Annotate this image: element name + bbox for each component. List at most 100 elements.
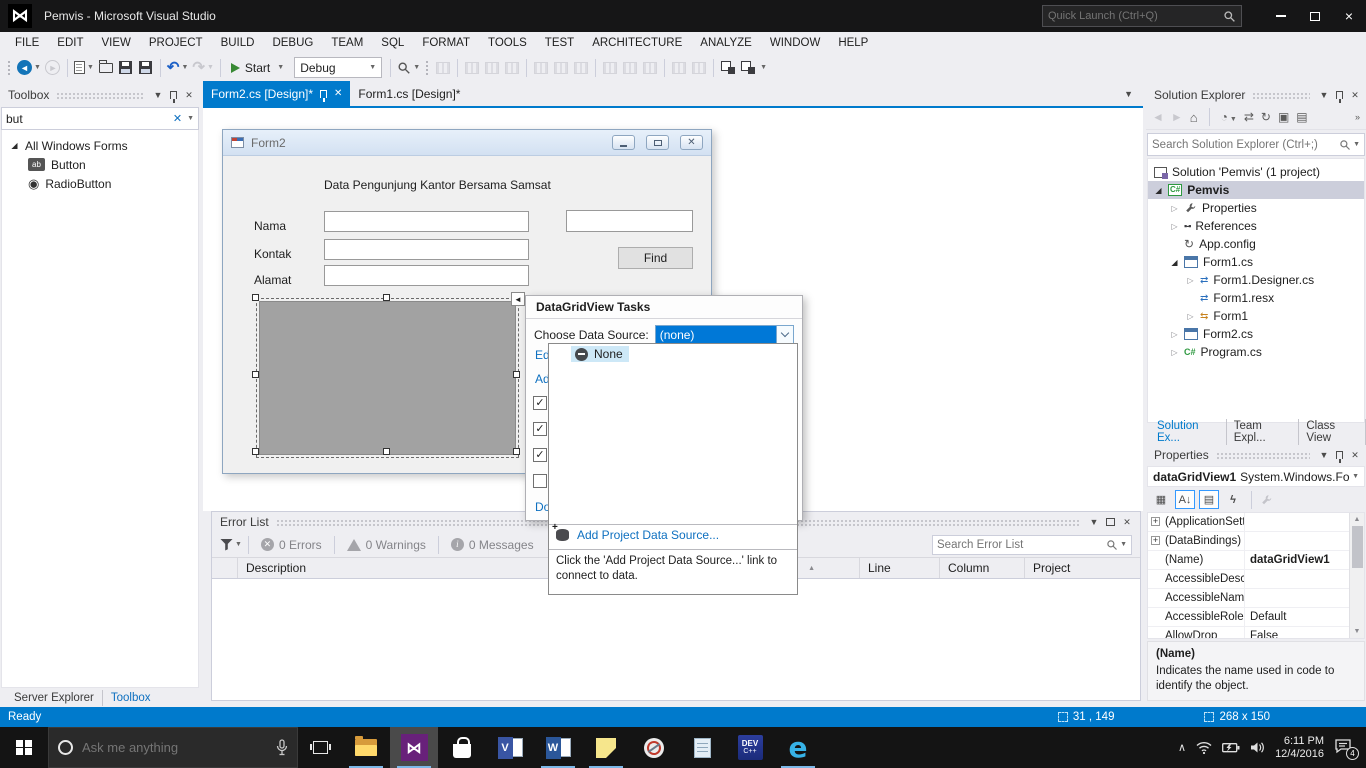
expander-icon[interactable]: ▷ [1170, 348, 1179, 357]
property-row[interactable]: AllowDrop False [1148, 627, 1349, 638]
cortana-search-box[interactable] [48, 727, 298, 768]
volume-icon[interactable] [1250, 741, 1265, 754]
search-options-icon[interactable]: ▼ [1353, 141, 1360, 148]
toolbox-group-all-windows-forms[interactable]: ◢ All Windows Forms [2, 136, 198, 155]
menu-file[interactable]: FILE [6, 34, 48, 52]
property-row[interactable]: AccessibleDescr [1148, 570, 1349, 589]
add-project-data-source-link[interactable]: Add Project Data Source... [552, 522, 719, 542]
data-source-option-none[interactable]: None [571, 346, 629, 362]
scrollbar-thumb[interactable] [1351, 526, 1363, 568]
taskbar-clock[interactable]: 6:11 PM 12/4/2016 [1275, 735, 1324, 761]
expander-icon[interactable]: ◢ [1170, 258, 1179, 267]
active-files-dropdown-icon[interactable]: ▼ [1114, 89, 1143, 99]
toolbar-grip[interactable] [7, 59, 12, 76]
resize-handle[interactable] [513, 448, 520, 455]
errors-filter-button[interactable]: ✕ 0 Errors [253, 538, 330, 552]
save-button[interactable] [116, 57, 136, 79]
taskbar-dev-cpp[interactable]: DEV C++ [726, 727, 774, 768]
categorized-icon[interactable]: ▦ [1151, 490, 1171, 509]
combo-dropdown-icon[interactable] [776, 326, 793, 343]
undo-button[interactable]: ↶ ▼ [165, 57, 191, 79]
project-column-header[interactable]: Project [1025, 558, 1140, 578]
line-column-header[interactable]: Line [860, 558, 940, 578]
new-project-button[interactable]: ▼ [72, 57, 96, 79]
refresh-icon[interactable]: ↻ [1261, 110, 1271, 124]
close-icon[interactable]: ✕ [1120, 517, 1134, 528]
search-options-icon[interactable]: ▼ [187, 115, 194, 122]
error-list-body[interactable] [212, 579, 1140, 700]
expander-icon[interactable]: ◢ [10, 141, 19, 150]
pin-icon[interactable] [320, 89, 328, 102]
nama-textbox[interactable] [324, 211, 529, 232]
column-column-header[interactable]: Column [940, 558, 1025, 578]
scroll-down-icon[interactable]: ▼ [1354, 625, 1361, 638]
smart-tag-button[interactable]: ◄ [511, 292, 525, 306]
properties-scrollbar[interactable]: ▲ ▼ [1349, 513, 1364, 638]
find-button[interactable]: Find [618, 247, 693, 269]
minimize-button[interactable] [1264, 1, 1298, 31]
battery-icon[interactable] [1222, 742, 1240, 753]
toolbox-search-input[interactable] [6, 111, 170, 126]
action-center-button[interactable]: 4 [1334, 738, 1359, 760]
menu-architecture[interactable]: ARCHITECTURE [583, 34, 691, 52]
back-icon[interactable]: ◄ [1152, 110, 1164, 124]
resize-handle[interactable] [252, 371, 259, 378]
toolbar-overflow-icon[interactable]: » [1355, 112, 1360, 122]
icon-column-header[interactable] [212, 558, 238, 578]
window-position-icon[interactable]: ▼ [1317, 450, 1331, 460]
resize-handle[interactable] [252, 294, 259, 301]
close-button[interactable]: × [1332, 1, 1366, 31]
expander-icon[interactable]: ▷ [1170, 222, 1179, 231]
tree-item-form1-class[interactable]: ▷ ⇆ Form1 [1148, 307, 1364, 325]
menu-format[interactable]: FORMAT [413, 34, 479, 52]
taskbar-store[interactable] [438, 727, 486, 768]
enable-column-reordering-checkbox[interactable] [533, 474, 547, 488]
start-button[interactable] [0, 727, 48, 768]
restore-button[interactable] [1298, 1, 1332, 31]
resize-handle[interactable] [252, 448, 259, 455]
alamat-textbox[interactable] [324, 265, 529, 286]
menu-sql[interactable]: SQL [372, 34, 413, 52]
menu-debug[interactable]: DEBUG [263, 34, 322, 52]
menu-analyze[interactable]: ANALYZE [691, 34, 761, 52]
tree-item-form1-designer-cs[interactable]: ▷ ⇄ Form1.Designer.cs [1148, 271, 1364, 289]
menu-team[interactable]: TEAM [322, 34, 372, 52]
taskbar-sticky-notes[interactable] [582, 727, 630, 768]
tab-solution-explorer[interactable]: Solution Ex... [1150, 419, 1227, 445]
tree-item-program-cs[interactable]: ▷ C# Program.cs [1148, 343, 1364, 361]
panel-grip[interactable] [56, 91, 144, 99]
show-hidden-icons-icon[interactable]: ∧ [1178, 741, 1186, 754]
taskbar-edge[interactable]: e [774, 727, 822, 768]
expander-icon[interactable]: ▷ [1170, 330, 1179, 339]
taskbar-file-explorer[interactable] [342, 727, 390, 768]
close-icon[interactable]: ✕ [334, 88, 342, 99]
properties-object-selector[interactable]: dataGridView1 System.Windows.For ▼ [1147, 466, 1365, 487]
form-maximize-button[interactable] [646, 135, 669, 150]
tab-class-view[interactable]: Class View [1299, 419, 1366, 445]
search-options-icon[interactable]: ▼ [1120, 541, 1127, 548]
taskbar-word[interactable]: W [534, 727, 582, 768]
menu-test[interactable]: TEST [536, 34, 583, 52]
collapse-all-icon[interactable]: ▣ [1278, 110, 1289, 124]
property-row[interactable]: (Name) dataGridView1 [1148, 551, 1349, 570]
tree-item-form2-cs[interactable]: ▷ Form2.cs [1148, 325, 1364, 343]
menu-view[interactable]: VIEW [93, 34, 140, 52]
resize-handle[interactable] [383, 294, 390, 301]
window-position-icon[interactable]: ▼ [151, 90, 165, 100]
solution-configuration-combo[interactable]: Debug ▼ [294, 57, 383, 78]
enable-deleting-checkbox[interactable]: ✓ [533, 448, 547, 462]
form-close-button[interactable]: ✕ [680, 135, 703, 150]
window-position-icon[interactable]: ▼ [1087, 517, 1101, 527]
tab-team-explorer[interactable]: Team Expl... [1227, 419, 1300, 445]
expander-icon[interactable]: ◢ [1154, 186, 1163, 195]
taskbar-visual-studio[interactable]: ⋈ [390, 727, 438, 768]
bring-to-front-button[interactable] [721, 61, 736, 74]
show-all-files-icon[interactable]: ▤ [1296, 110, 1307, 124]
form-minimize-button[interactable] [612, 135, 635, 150]
tab-toolbox[interactable]: Toolbox [103, 690, 159, 706]
pin-icon[interactable] [1336, 451, 1343, 463]
error-list-search-input[interactable] [937, 538, 1107, 551]
datagridview-control[interactable] [256, 298, 519, 458]
toolbox-item-radiobutton[interactable]: ◉ RadioButton [2, 174, 198, 193]
pending-changes-filter-icon[interactable]: ◔ ▼ [1221, 110, 1237, 124]
